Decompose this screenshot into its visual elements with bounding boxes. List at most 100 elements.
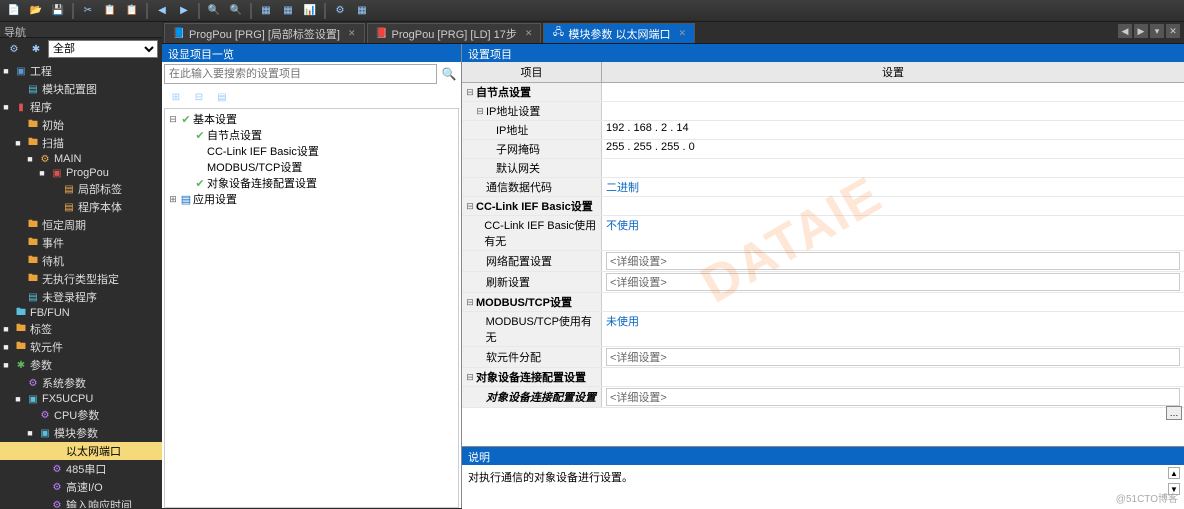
detail-value[interactable]: 192 . 168 . 2 . 14 — [602, 121, 1184, 139]
toolbar-button[interactable]: ▶ — [174, 2, 194, 20]
tree-item[interactable]: ▤程序本体 — [0, 198, 162, 216]
toolbar-button[interactable]: 📄 — [4, 2, 24, 20]
search-input[interactable] — [164, 64, 437, 84]
toolbar-button[interactable]: 🔍 — [226, 2, 246, 20]
tree-item[interactable]: ■⚙MAIN — [0, 152, 162, 166]
detail-value[interactable]: <详细设置>… — [602, 387, 1184, 407]
tab-close-icon[interactable]: ✕ — [678, 28, 686, 39]
detail-value[interactable]: 不使用 — [602, 216, 1184, 250]
toolbar-button[interactable]: ▦ — [352, 2, 372, 20]
toolbar-button[interactable]: 💾 — [48, 2, 68, 20]
toolbar-button[interactable]: 📂 — [26, 2, 46, 20]
browse-button[interactable]: … — [1166, 406, 1182, 420]
tab-close-icon[interactable]: ✕ — [348, 28, 356, 39]
detail-value[interactable]: <详细设置> — [602, 347, 1184, 367]
editor-tab[interactable]: 📕ProgPou [PRG] [LD] 17步✕ — [367, 23, 542, 43]
nav-config-icon[interactable]: ⚙ — [4, 40, 24, 58]
tree-item[interactable]: ▤未登录程序 — [0, 288, 162, 306]
settings-tree-item[interactable]: ✔自节点设置 — [165, 127, 458, 143]
settings-tree: ⊟✔基本设置✔自节点设置CC-Link IEF Basic设置MODBUS/TC… — [164, 108, 459, 508]
settings-tree-item[interactable]: CC-Link IEF Basic设置 — [165, 143, 458, 159]
toolbar-button[interactable]: 📊 — [300, 2, 320, 20]
tree-item[interactable]: ■▮程序 — [0, 98, 162, 116]
detail-value[interactable]: 二进制 — [602, 178, 1184, 196]
toolbar-button[interactable]: ◀ — [152, 2, 172, 20]
tab-prev-icon[interactable]: ◀ — [1118, 24, 1132, 38]
toolbar-button[interactable]: 🔍 — [204, 2, 224, 20]
tree-item[interactable]: ⚙CPU参数 — [0, 406, 162, 424]
detail-row: MODBUS/TCP使用有无未使用 — [462, 312, 1184, 347]
tree-item[interactable]: 🖿恒定周期 — [0, 216, 162, 234]
tree-item[interactable]: ⚙系统参数 — [0, 374, 162, 392]
detail-value[interactable]: <详细设置> — [602, 251, 1184, 271]
collapse-icon[interactable]: ⊟ — [189, 88, 209, 106]
tree-item[interactable]: ■🖿扫描 — [0, 134, 162, 152]
tree-item[interactable]: 🖿FB/FUN — [0, 306, 162, 320]
expand-icon[interactable]: ⊞ — [166, 88, 186, 106]
detail-value[interactable]: 未使用 — [602, 312, 1184, 346]
settings-tree-item[interactable]: ⊟✔基本设置 — [165, 111, 458, 127]
tree-item[interactable]: ▤模块配置图 — [0, 80, 162, 98]
settings-list-header: 设显项目一览 — [162, 44, 461, 62]
tree-item[interactable]: 🖿事件 — [0, 234, 162, 252]
toolbar-button[interactable]: 📋 — [100, 2, 120, 20]
detail-header: 设置项目 — [462, 44, 1184, 62]
description-text: 对执行通信的对象设备进行设置。 — [468, 472, 633, 484]
toolbar-button[interactable]: ✂ — [78, 2, 98, 20]
tree-item[interactable]: ⚙485串口 — [0, 460, 162, 478]
settings-tree-item[interactable]: ⊞▤应用设置 — [165, 191, 458, 207]
search-button[interactable]: 🔍 — [439, 64, 459, 84]
tree-item[interactable]: ▤局部标签 — [0, 180, 162, 198]
settings-tree-item[interactable]: ✔对象设备连接配置设置 — [165, 175, 458, 191]
settings-detail-panel: 设置项目 项目 设置 DATAIE ⊟自节点设置⊟IP地址设置IP地址192 .… — [462, 44, 1184, 508]
tab-menu-icon[interactable]: ▾ — [1150, 24, 1164, 38]
toolbar-button[interactable]: ▦ — [278, 2, 298, 20]
main-toolbar: 📄📂💾✂📋📋◀▶🔍🔍▦▦📊⚙▦ — [0, 0, 1184, 22]
tree-item[interactable]: 🖿待机 — [0, 252, 162, 270]
tab-next-icon[interactable]: ▶ — [1134, 24, 1148, 38]
detail-label: CC-Link IEF Basic使用有无 — [462, 216, 602, 250]
tree-item[interactable]: 🖧以太网端口 — [0, 442, 162, 460]
tree-item[interactable]: ■✱参数 — [0, 356, 162, 374]
toolbar-button[interactable]: 📋 — [122, 2, 142, 20]
detail-row: 对象设备连接配置设置<详细设置>… — [462, 387, 1184, 408]
detail-value — [602, 368, 1184, 386]
tree-item[interactable]: 🖿初始 — [0, 116, 162, 134]
editor-tabs: 📘ProgPou [PRG] [局部标签设置]✕📕ProgPou [PRG] [… — [162, 22, 1184, 44]
detail-row: 子网掩码255 . 255 . 255 . 0 — [462, 140, 1184, 159]
tab-close-icon[interactable]: ✕ — [525, 28, 533, 39]
navigation-panel: 导航 ⚙ ✱ 全部 ■▣工程▤模块配置图■▮程序🖿初始■🖿扫描■⚙MAIN■▣P… — [0, 22, 162, 508]
settings-mini-toolbar: ⊞ ⊟ ▤ — [162, 86, 461, 108]
desc-up-icon[interactable]: ▲ — [1168, 467, 1180, 479]
settings-tree-item[interactable]: MODBUS/TCP设置 — [165, 159, 458, 175]
nav-title: 导航 — [0, 22, 162, 38]
detail-value[interactable] — [602, 159, 1184, 177]
col-value: 设置 — [602, 62, 1184, 82]
detail-row: ⊟自节点设置 — [462, 83, 1184, 102]
editor-tab[interactable]: 🖧模块参数 以太网端口✕ — [543, 23, 695, 43]
toolbar-button[interactable]: ⚙ — [330, 2, 350, 20]
detail-label: 软元件分配 — [462, 347, 602, 367]
detail-label: 默认网关 — [462, 159, 602, 177]
tree-item[interactable]: ■▣工程 — [0, 62, 162, 80]
tree-item[interactable]: ⚙高速I/O — [0, 478, 162, 496]
nav-filter-select[interactable]: 全部 — [48, 40, 158, 58]
detail-row: ⊟IP地址设置 — [462, 102, 1184, 121]
list-icon[interactable]: ▤ — [212, 88, 232, 106]
blog-watermark: @51CTO博客 — [1116, 490, 1178, 505]
editor-tab[interactable]: 📘ProgPou [PRG] [局部标签设置]✕ — [164, 23, 365, 43]
tree-item[interactable]: ■▣模块参数 — [0, 424, 162, 442]
tree-item[interactable]: ■🖿标签 — [0, 320, 162, 338]
tree-item[interactable]: 🖿无执行类型指定 — [0, 270, 162, 288]
tree-item[interactable]: ■▣FX5UCPU — [0, 392, 162, 406]
detail-label: ⊟自节点设置 — [462, 83, 602, 101]
tree-item[interactable]: ■▣ProgPou — [0, 166, 162, 180]
detail-value[interactable]: <详细设置> — [602, 272, 1184, 292]
toolbar-button[interactable]: ▦ — [256, 2, 276, 20]
tab-close-icon[interactable]: ✕ — [1166, 24, 1180, 38]
detail-value — [602, 293, 1184, 311]
tree-item[interactable]: ⚙输入响应时间 — [0, 496, 162, 508]
tree-item[interactable]: ■🖿软元件 — [0, 338, 162, 356]
detail-value[interactable]: 255 . 255 . 255 . 0 — [602, 140, 1184, 158]
nav-tree-icon[interactable]: ✱ — [26, 40, 46, 58]
